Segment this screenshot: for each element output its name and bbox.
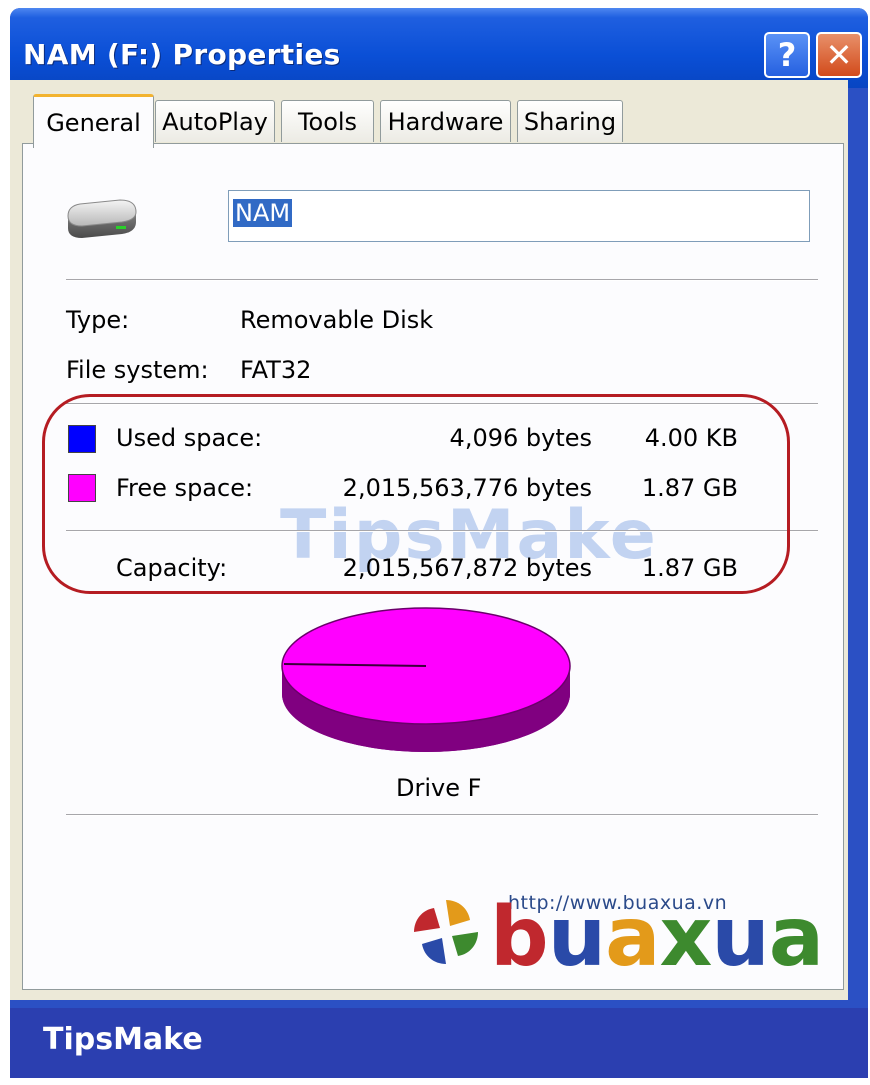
tab-sharing[interactable]: Sharing	[517, 100, 623, 142]
separator	[66, 279, 818, 281]
type-label: Type:	[66, 306, 130, 334]
help-button[interactable]: ?	[764, 32, 810, 78]
file-system-value: FAT32	[240, 356, 312, 384]
tab-general[interactable]: General	[33, 94, 154, 148]
drive-name-value: NAM	[233, 199, 293, 227]
highlight-annotation	[42, 394, 790, 594]
buaxua-wordmark: buaxua	[490, 890, 824, 985]
buaxua-logo-icon	[414, 900, 478, 964]
buaxua-letter: a	[768, 890, 824, 985]
drive-name-input[interactable]: NAM	[228, 190, 810, 242]
disk-usage-pie	[281, 607, 571, 752]
separator	[66, 814, 818, 816]
buaxua-letter: u	[547, 890, 606, 985]
type-value: Removable Disk	[240, 306, 434, 334]
file-system-label: File system:	[66, 356, 209, 384]
tab-autoplay[interactable]: AutoPlay	[155, 100, 275, 142]
buaxua-letter: x	[659, 890, 712, 985]
window-title: NAM (F:) Properties	[23, 38, 341, 71]
close-button[interactable]: ✕	[816, 32, 862, 78]
tab-tools[interactable]: Tools	[281, 100, 374, 142]
drive-icon	[67, 199, 137, 238]
footer-brand: TipsMake	[43, 1022, 203, 1057]
buaxua-letter: u	[711, 890, 769, 985]
drive-label: Drive F	[396, 774, 482, 802]
title-bar[interactable]: NAM (F:) Properties ? ✕	[10, 8, 868, 88]
buaxua-letter: a	[605, 890, 660, 985]
buaxua-letter: b	[490, 890, 549, 985]
tab-hardware[interactable]: Hardware	[380, 100, 511, 142]
